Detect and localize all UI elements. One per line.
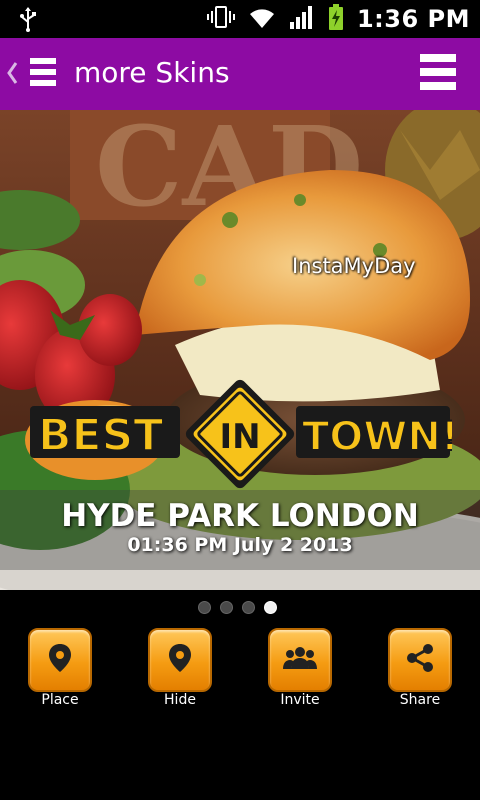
status-time: 1:36 PM <box>356 5 470 33</box>
back-chevron-icon[interactable] <box>6 60 18 90</box>
date-text: 01:36 PM July 2 2013 <box>127 534 353 556</box>
title-bar: more Skins <box>0 38 480 110</box>
svg-text:TOWN!: TOWN! <box>302 414 452 460</box>
photo-preview[interactable]: CAD InstaMyDay BEST IN TOWN! HYDE PARK L… <box>0 110 480 590</box>
place-label: Place <box>41 692 79 708</box>
hide-button[interactable] <box>148 628 212 692</box>
page-indicator <box>198 601 277 614</box>
signal-icon <box>289 4 315 34</box>
options-menu-icon[interactable] <box>420 54 456 96</box>
location-text: HYDE PARK LONDON <box>61 498 419 534</box>
share-button[interactable] <box>388 628 452 692</box>
place-button[interactable] <box>28 628 92 692</box>
location-pin-icon <box>168 643 192 677</box>
watermark: InstaMyDay <box>292 254 416 278</box>
page-dot[interactable] <box>198 601 211 614</box>
share-label: Share <box>399 692 441 708</box>
status-bar: 1:36 PM <box>0 0 480 38</box>
usb-icon <box>18 6 38 36</box>
svg-text:BEST: BEST <box>38 410 163 461</box>
svg-text:IN: IN <box>219 417 260 457</box>
invite-button[interactable] <box>268 628 332 692</box>
battery-charging-icon <box>327 3 345 35</box>
page-dot[interactable] <box>242 601 255 614</box>
place-action[interactable]: Place <box>18 626 102 716</box>
app-title[interactable]: more Skins <box>74 56 230 89</box>
share-action[interactable]: Share <box>378 626 462 716</box>
page-dot[interactable] <box>220 601 233 614</box>
action-bar: Place Hide Invite Share <box>0 626 480 716</box>
wifi-icon <box>247 4 277 34</box>
hide-action[interactable]: Hide <box>138 626 222 716</box>
best-in-town-logo: BEST IN TOWN! <box>30 379 452 489</box>
share-icon <box>405 643 435 677</box>
hide-label: Hide <box>164 692 196 708</box>
invite-label: Invite <box>280 692 320 708</box>
vibrate-icon <box>206 3 235 35</box>
drawer-menu-icon[interactable] <box>30 58 56 94</box>
page-dot-active[interactable] <box>264 601 277 614</box>
invite-action[interactable]: Invite <box>258 626 342 716</box>
location-pin-icon <box>48 643 72 677</box>
people-icon <box>283 645 317 675</box>
